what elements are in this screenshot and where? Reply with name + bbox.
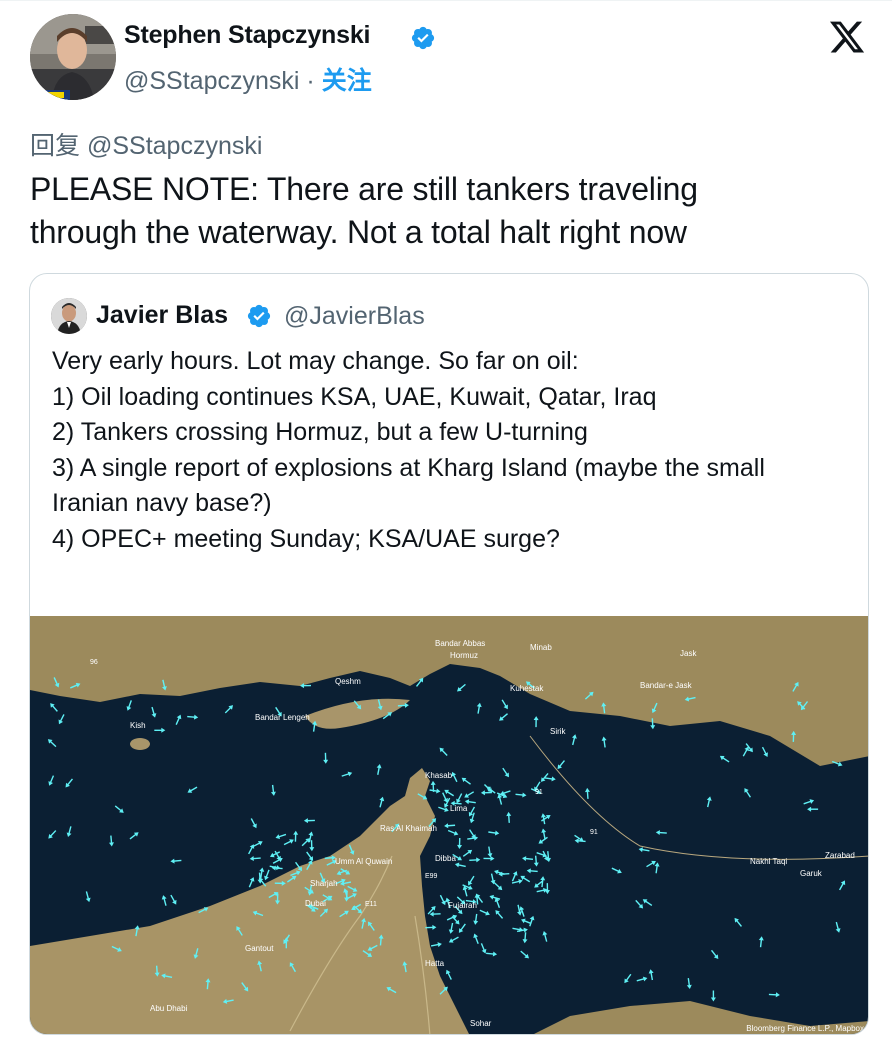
map-place-label: Jask	[680, 649, 697, 658]
road-label: 91	[535, 789, 543, 796]
separator-dot: ·	[306, 67, 315, 95]
map-place-label: Abu Dhabi	[150, 1004, 188, 1013]
map-place-label: Qeshm	[335, 677, 361, 686]
x-logo-icon[interactable]	[827, 18, 867, 56]
map-place-label: Bandar Lengeh	[255, 713, 310, 722]
tweet-text: PLEASE NOTE: There are still tankers tra…	[30, 168, 850, 254]
quoted-line: Iranian navy base?)	[52, 489, 272, 517]
quoted-author-handle: @JavierBlas	[284, 302, 425, 330]
map-place-label: Ras Al Khaimah	[380, 824, 437, 833]
quoted-author-name: Javier Blas	[96, 301, 229, 329]
road-label: 96	[90, 659, 98, 666]
map-place-label: Bandar-e Jask	[640, 681, 693, 690]
author-handle-row: @SStapczynski · 关注	[124, 61, 372, 97]
verified-badge-icon	[247, 304, 271, 328]
map-place-label: Lima	[450, 804, 468, 813]
quoted-avatar-photo	[51, 298, 87, 334]
map-place-label: Sohar	[470, 1019, 492, 1028]
author-handle[interactable]: @SStapczynski	[124, 67, 299, 95]
reply-prefix: 回复	[30, 132, 81, 160]
road-label: E11	[365, 901, 377, 908]
quoted-line: 4) OPEC+ meeting Sunday; KSA/UAE surge?	[52, 524, 560, 553]
quoted-line: Very early hours. Lot may change. So far…	[52, 347, 579, 375]
tweet-line: through the waterway. Not a total halt r…	[30, 214, 687, 250]
map-place-label: Gantout	[245, 944, 274, 953]
map-place-label: Umm Al Quwain	[335, 857, 392, 866]
map-image: Bandar Abbas Hormuz Minab Qeshm Kish Bandar L…	[30, 616, 868, 1034]
map-place-label: Dibba	[435, 854, 456, 863]
author-name[interactable]: Stephen Stapczynski	[124, 21, 370, 50]
map-place-label: Dubai	[305, 899, 326, 908]
map-place-label: Kuhestak	[510, 684, 544, 693]
quoted-line: 3) A single report of explosions at Khar…	[52, 453, 765, 482]
map-place-label: Garuk	[800, 869, 823, 878]
quoted-tweet[interactable]: Javier Blas @JavierBlas Very early hours…	[29, 273, 869, 1035]
road-label: 91	[590, 829, 598, 836]
quoted-media-map[interactable]: Bandar Abbas Hormuz Minab Qeshm Kish Bandar L…	[30, 616, 868, 1034]
verified-badge-icon	[411, 26, 435, 50]
map-place-label: Sharjah	[310, 879, 338, 888]
map-place-label: Kish	[130, 721, 146, 730]
quoted-author-avatar[interactable]	[51, 298, 87, 334]
reply-context: 回复 @SStapczynski	[30, 126, 262, 162]
map-place-label: Hormuz	[450, 651, 478, 660]
quoted-text: Very early hours. Lot may change. So far…	[52, 344, 852, 557]
map-place-label: Bandar Abbas	[435, 639, 485, 648]
reply-to-handle[interactable]: @SStapczynski	[87, 132, 262, 160]
map-place-label: Minab	[530, 643, 552, 652]
avatar-photo	[30, 14, 116, 100]
author-avatar[interactable]	[30, 14, 116, 100]
tweet-card: Stephen Stapczynski @SStapczynski · 关注 回…	[0, 0, 892, 1050]
map-place-label: Zarabad	[825, 851, 855, 860]
map-place-label: Nakhl Taqi	[750, 857, 787, 866]
quoted-line: 2) Tankers crossing Hormuz, but a few U-…	[52, 418, 588, 446]
road-label: E99	[425, 873, 438, 880]
map-place-label: Khasab	[425, 771, 453, 780]
kish-island	[130, 738, 150, 750]
quoted-line: 1) Oil loading continues KSA, UAE, Kuwai…	[52, 382, 657, 411]
follow-button[interactable]: 关注	[322, 67, 372, 95]
map-place-label: Hatta	[425, 959, 445, 968]
map-attribution: Bloomberg Finance L.P., Mapbox	[746, 1024, 864, 1033]
map-place-label: Sirik	[550, 727, 567, 736]
map-place-label: Fujairah	[448, 901, 477, 910]
tweet-line: PLEASE NOTE: There are still tankers tra…	[30, 171, 698, 207]
